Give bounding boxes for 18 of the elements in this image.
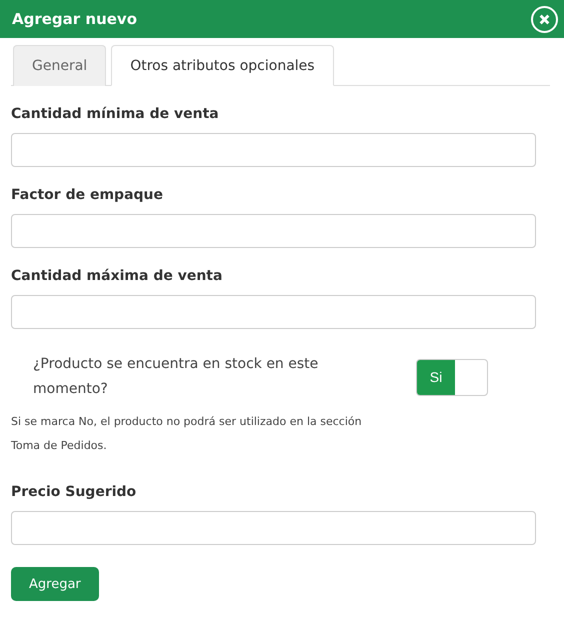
add-button[interactable]: Agregar xyxy=(11,567,99,601)
stock-question: ¿Producto se encuentra en stock en este momento? xyxy=(33,355,320,399)
field-label: Cantidad máxima de venta xyxy=(11,268,224,284)
window-title: Agregar nuevo xyxy=(12,10,138,28)
field-label: Precio Sugerido xyxy=(11,484,138,500)
help-text: Si se marca No, el producto no podrá ser utilizado en la sección Toma de Pedidos. xyxy=(11,414,363,454)
input-field[interactable] xyxy=(11,295,536,329)
input-field[interactable] xyxy=(11,214,536,248)
input-field[interactable] xyxy=(11,511,536,545)
close-icon xyxy=(539,14,550,24)
field-label: Factor de empaque xyxy=(11,187,164,203)
input-field[interactable] xyxy=(11,133,536,167)
close-button[interactable] xyxy=(531,6,558,32)
stock-toggle[interactable]: Si xyxy=(416,358,488,396)
tab[interactable]: Otros atributos opcionales xyxy=(111,45,334,86)
toggle-on-part: Si xyxy=(417,360,455,394)
tab[interactable]: General xyxy=(13,45,106,86)
field-label: Cantidad mínima de venta xyxy=(11,106,220,122)
